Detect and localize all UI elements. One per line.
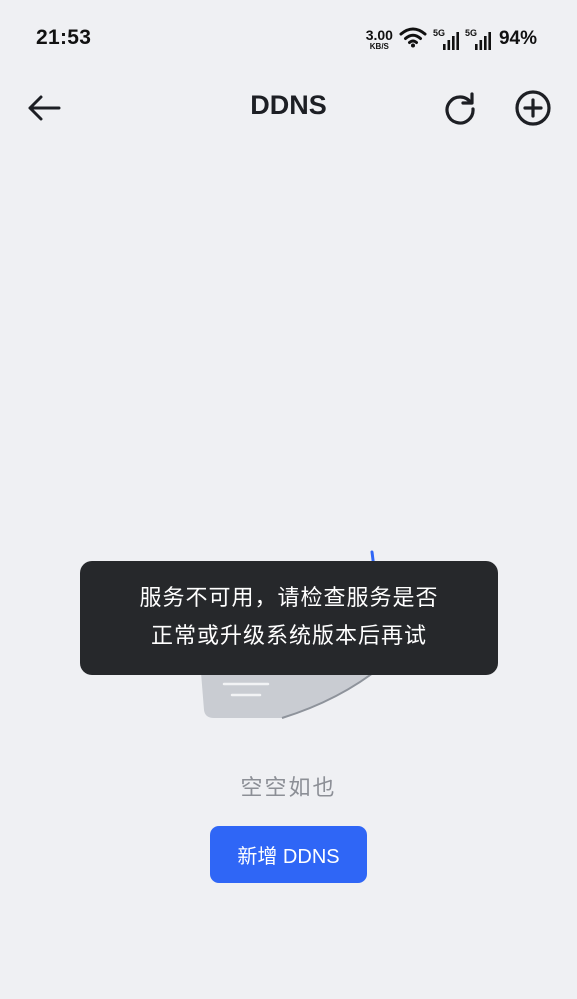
status-time: 21:53 (36, 26, 92, 49)
status-icons: 3.00 KB/S 5G 5G 94% (366, 26, 537, 52)
refresh-icon (445, 92, 475, 125)
status-bar: 21:53 3.00 KB/S 5G 5G 94% (0, 0, 577, 72)
refresh-button[interactable] (438, 86, 482, 130)
page-title: DDNS (250, 90, 327, 120)
signal-icon (474, 32, 491, 50)
empty-state-text: 空空如也 (240, 776, 337, 801)
app-bar: DDNS (0, 72, 577, 144)
signal-icon (442, 32, 459, 50)
network-speed-value: 3.00 (365, 26, 393, 43)
network-speed-unit: KB/S (369, 41, 389, 51)
sim1-signal: 5G (433, 28, 459, 50)
toast-message: 服务不可用，请检查服务是否 正常或升级系统版本后再试 (80, 561, 498, 675)
toast-line-1: 服务不可用，请检查服务是否 (139, 586, 439, 611)
toast-line-2: 正常或升级系统版本后再试 (150, 624, 427, 649)
wifi-icon (399, 26, 427, 52)
plus-circle-icon (515, 90, 551, 126)
add-button[interactable] (511, 86, 555, 130)
network-speed: 3.00 KB/S (366, 28, 393, 51)
add-ddns-button[interactable]: 新增 DDNS (210, 826, 367, 883)
sim2-signal: 5G (465, 28, 491, 50)
battery-level: 94% (498, 28, 537, 49)
